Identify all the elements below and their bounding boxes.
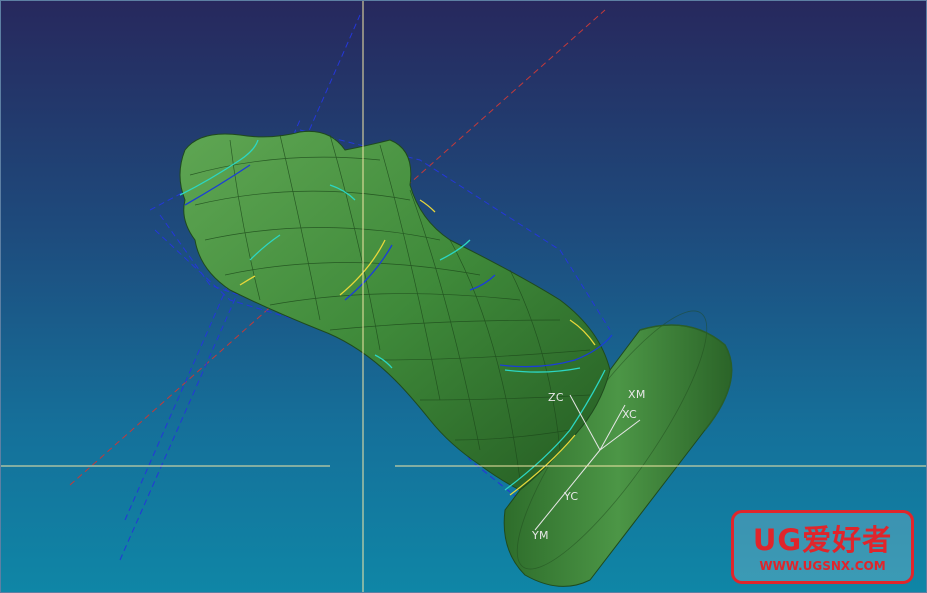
axis-label-xc: XC [622, 408, 638, 421]
cad-scene[interactable] [0, 0, 927, 593]
graphics-viewport[interactable]: ZC XM XC YC YM UG爱好者 WWW.UGSNX.COM [0, 0, 927, 593]
axis-label-ym: YM [532, 529, 549, 542]
axis-label-yc: YC [564, 490, 579, 503]
axis-label-zc: ZC [548, 391, 564, 404]
watermark-title: UG爱好者 [752, 523, 893, 557]
watermark-url: WWW.UGSNX.COM [759, 559, 886, 573]
sculpted-body[interactable] [179, 130, 613, 496]
ugsnx-watermark-logo: UG爱好者 WWW.UGSNX.COM [731, 510, 914, 584]
axis-label-xm: XM [628, 388, 646, 401]
